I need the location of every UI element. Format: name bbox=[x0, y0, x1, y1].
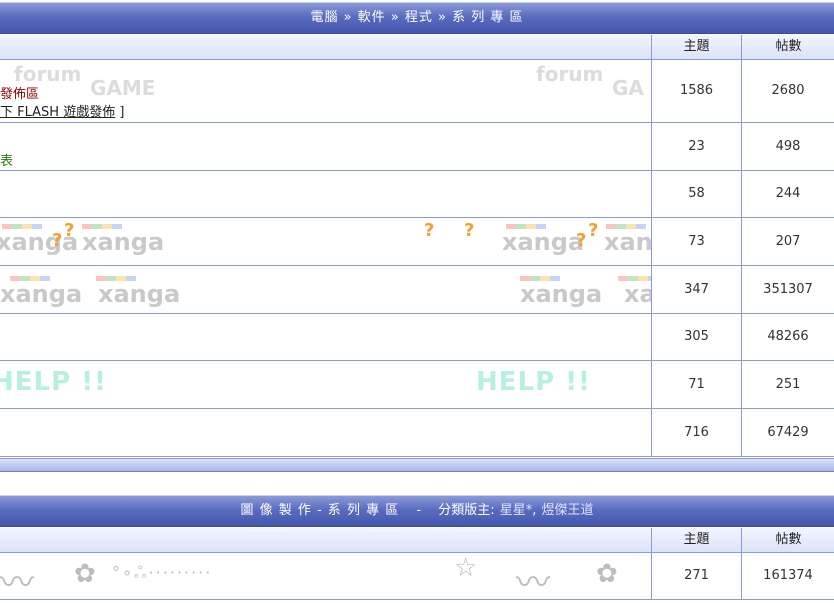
watermark-text: HELP !! bbox=[0, 366, 107, 397]
topics-column-header: 主題 bbox=[651, 528, 741, 552]
forum-row[interactable]: 305 48266 bbox=[0, 313, 834, 361]
forum-cell bbox=[0, 170, 652, 218]
forum-row[interactable]: 表 23 498 bbox=[0, 122, 834, 171]
post-count: 351307 bbox=[741, 265, 834, 314]
posts-column-header: 帖數 bbox=[741, 35, 834, 59]
moderators-label: 分類版主: bbox=[438, 503, 495, 518]
topic-count: 73 bbox=[651, 217, 742, 266]
watermark-text: xanga bbox=[502, 227, 585, 256]
forum-row[interactable]: HELP !! HELP !! 71 251 bbox=[0, 360, 834, 409]
topic-count: 1586 bbox=[651, 60, 742, 123]
breadcrumb[interactable]: 電腦 » 軟件 » 程式 » 系 列 專 區 bbox=[310, 10, 523, 25]
forum-description: 發佈區 bbox=[0, 87, 40, 102]
moderator-link[interactable]: 星星* bbox=[500, 503, 533, 518]
forum-cell: xanga xanga xanga xa bbox=[0, 265, 652, 314]
post-count: 207 bbox=[741, 217, 834, 266]
watermark-text: xanga bbox=[82, 227, 165, 256]
separator: - bbox=[416, 503, 422, 518]
forum-table: forum GAME forum GA 發佈區 下 FLASH 遊戲發佈 ] 1… bbox=[0, 60, 834, 457]
swirl-icon: 〰 bbox=[516, 563, 550, 599]
forum-cell: xanga ? ? xanga ? ? xanga ? ? xan bbox=[0, 217, 652, 266]
topic-count: 716 bbox=[651, 408, 742, 457]
column-header-row: 主題 帖數 bbox=[0, 528, 834, 553]
forum-row[interactable]: xanga xanga xanga xa 347 351307 bbox=[0, 265, 834, 314]
subforum-link[interactable]: 下 FLASH 遊戲發佈 bbox=[0, 105, 115, 120]
forum-row[interactable]: xanga ? ? xanga ? ? xanga ? ? xan 73 207 bbox=[0, 217, 834, 266]
butterfly-icon: ✿ bbox=[74, 559, 96, 589]
topic-count: 347 bbox=[651, 265, 742, 314]
category-title[interactable]: 圖 像 製 作 - 系 列 專 區 bbox=[240, 503, 399, 518]
forum-row[interactable]: 〰 ✿ °∘ஃ········· ☆ 〰 ✿ 271 161374 bbox=[0, 553, 834, 600]
category-header: 圖 像 製 作 - 系 列 專 區 - 分類版主: 星星*, 煜傑王道 bbox=[0, 495, 834, 527]
watermark-text: HELP !! bbox=[476, 366, 591, 397]
question-mark-icon: ? bbox=[52, 229, 63, 251]
post-count: 161374 bbox=[741, 553, 834, 600]
topic-count: 271 bbox=[651, 553, 742, 600]
topic-count: 305 bbox=[651, 313, 742, 361]
swirl-icon: 〰 bbox=[0, 563, 34, 599]
watermark-text: xan bbox=[604, 227, 652, 256]
bracket-text: ] bbox=[115, 105, 125, 120]
forum-cell: 〰 ✿ °∘ஃ········· ☆ 〰 ✿ bbox=[0, 553, 652, 600]
forum-row[interactable]: 716 67429 bbox=[0, 408, 834, 457]
forum-cell: HELP !! HELP !! bbox=[0, 360, 652, 409]
butterfly-icon: ✿ bbox=[596, 559, 618, 589]
watermark-text: xanga bbox=[520, 279, 603, 308]
forum-row[interactable]: 58 244 bbox=[0, 170, 834, 218]
forum-table: 〰 ✿ °∘ஃ········· ☆ 〰 ✿ 271 161374 bbox=[0, 553, 834, 600]
forum-cell bbox=[0, 313, 652, 361]
post-count: 67429 bbox=[741, 408, 834, 457]
post-count: 251 bbox=[741, 360, 834, 409]
watermark-text: GA bbox=[612, 76, 644, 100]
topic-count: 23 bbox=[651, 122, 742, 171]
forum-description: 表 bbox=[0, 153, 14, 169]
post-count: 48266 bbox=[741, 313, 834, 361]
post-count: 2680 bbox=[741, 60, 834, 123]
moderator-link[interactable]: 煜傑王道 bbox=[542, 503, 594, 518]
forum-cell: 表 bbox=[0, 122, 652, 171]
forum-subforums: 下 FLASH 遊戲發佈 ] bbox=[0, 101, 124, 120]
question-mark-icon: ? bbox=[588, 219, 599, 241]
sparkle-icon: °∘ஃ········· bbox=[112, 563, 213, 582]
question-mark-icon: ? bbox=[64, 219, 75, 241]
category-header: 電腦 » 軟件 » 程式 » 系 列 專 區 bbox=[0, 2, 834, 34]
watermark-text: forum bbox=[536, 62, 604, 86]
watermark-text: xanga bbox=[0, 279, 83, 308]
topic-count: 58 bbox=[651, 170, 742, 218]
topic-count: 71 bbox=[651, 360, 742, 409]
forum-cell bbox=[0, 408, 652, 457]
post-count: 498 bbox=[741, 122, 834, 171]
watermark-text: xa bbox=[624, 279, 652, 308]
star-icon: ☆ bbox=[454, 553, 478, 583]
question-mark-icon: ? bbox=[464, 219, 475, 241]
forum-row[interactable]: forum GAME forum GA 發佈區 下 FLASH 遊戲發佈 ] 1… bbox=[0, 60, 834, 123]
watermark-text: GAME bbox=[90, 76, 156, 100]
question-mark-icon: ? bbox=[576, 229, 587, 251]
topics-column-header: 主題 bbox=[651, 35, 741, 59]
column-header-row: 主題 帖數 bbox=[0, 35, 834, 60]
question-mark-icon: ? bbox=[424, 219, 435, 241]
forum-cell: forum GAME forum GA 發佈區 下 FLASH 遊戲發佈 ] bbox=[0, 60, 652, 123]
post-count: 244 bbox=[741, 170, 834, 218]
category-footer bbox=[0, 458, 834, 472]
watermark-text: xanga bbox=[98, 279, 181, 308]
posts-column-header: 帖數 bbox=[741, 528, 834, 552]
